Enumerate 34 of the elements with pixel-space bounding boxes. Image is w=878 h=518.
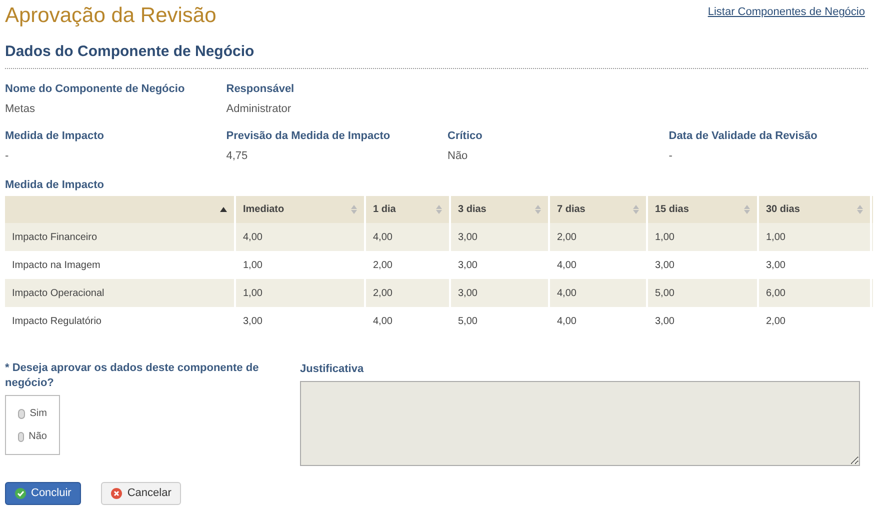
field-label: Nome do Componente de Negócio: [5, 82, 186, 96]
field-value: -: [5, 149, 10, 164]
table-cell: 4,00: [366, 307, 451, 335]
list-link[interactable]: Listar Componentes de Negócio: [708, 4, 865, 20]
field-value: Não: [448, 149, 469, 164]
field-value: 4,75: [226, 149, 249, 164]
field-value: Metas: [5, 102, 36, 117]
page-title: Aprovação da Revisão: [5, 3, 216, 29]
table-cell: 4,00: [550, 307, 648, 335]
table-cell: 3,00: [648, 307, 759, 335]
radio-button[interactable]: [18, 432, 24, 442]
field-label: Previsão da Medida de Impacto: [226, 128, 392, 144]
question-label: * Deseja aprovar os dados deste componente de negócio?: [5, 361, 260, 391]
table-cell: 2,00: [759, 307, 872, 335]
field-label: Responsável: [226, 82, 296, 96]
conclude-button[interactable]: Concluir: [5, 482, 82, 504]
field-label: Medida de Impacto: [5, 128, 106, 144]
table-title: Medida de Impacto: [5, 178, 106, 192]
check-icon: [15, 488, 26, 498]
radio-option[interactable]: Sim: [18, 406, 47, 421]
table-cell: Impacto Regulatório: [5, 307, 236, 335]
radio-option[interactable]: Não: [18, 429, 47, 444]
field-value: -: [668, 149, 674, 164]
justification-field[interactable]: [300, 380, 860, 466]
field-label: Data de Validade da Revisão: [668, 128, 818, 144]
table-cell: 3,00: [236, 307, 366, 335]
close-icon: [111, 488, 122, 498]
field-value: Administrator: [226, 102, 292, 117]
table-cell: 5,00: [451, 307, 550, 335]
radio-button[interactable]: [18, 408, 25, 418]
field-label: Crítico: [448, 128, 484, 144]
justification-label: Justificativa: [300, 362, 365, 377]
section-title: Dados do Componente de Negócio: [5, 42, 256, 62]
cancel-button[interactable]: Cancelar: [101, 482, 182, 504]
